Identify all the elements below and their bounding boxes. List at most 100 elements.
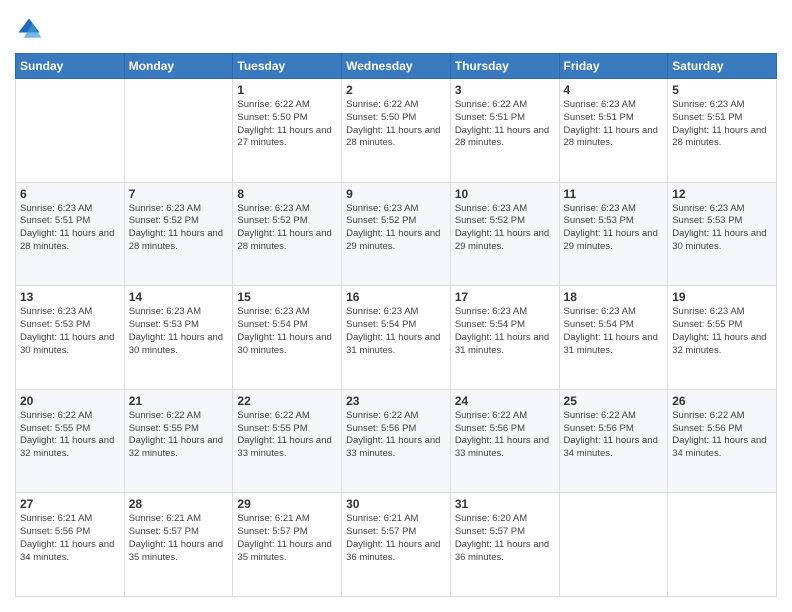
calendar-cell: 19 Sunrise: 6:23 AM Sunset: 5:55 PM Dayli… [668, 286, 777, 390]
day-info: Sunrise: 6:22 AM Sunset: 5:51 PM Dayligh… [455, 99, 555, 150]
calendar-cell: 24 Sunrise: 6:22 AM Sunset: 5:56 PM Dayli… [450, 389, 559, 493]
day-info: Sunrise: 6:22 AM Sunset: 5:56 PM Dayligh… [346, 410, 446, 461]
day-number: 31 [455, 497, 555, 511]
day-info: Sunrise: 6:22 AM Sunset: 5:50 PM Dayligh… [237, 99, 337, 150]
day-info: Sunrise: 6:23 AM Sunset: 5:53 PM Dayligh… [20, 306, 120, 357]
day-info: Sunrise: 6:23 AM Sunset: 5:53 PM Dayligh… [564, 203, 664, 254]
calendar-cell: 5Sunrise: 6:23 AM Sunset: 5:51 PM Daylig… [668, 79, 777, 183]
day-info: Sunrise: 6:23 AM Sunset: 5:52 PM Dayligh… [455, 203, 555, 254]
day-number: 20 [20, 394, 120, 408]
calendar-cell [124, 79, 233, 183]
calendar-week-row: 6 Sunrise: 6:23 AM Sunset: 5:51 PM Daylig… [16, 182, 777, 286]
logo [15, 15, 47, 43]
day-info: Sunrise: 6:23 AM Sunset: 5:54 PM Dayligh… [564, 306, 664, 357]
day-info: Sunrise: 6:22 AM Sunset: 5:56 PM Dayligh… [672, 410, 772, 461]
calendar-cell: 28 Sunrise: 6:21 AM Sunset: 5:57 PM Dayli… [124, 493, 233, 597]
day-info: Sunrise: 6:23 AM Sunset: 5:54 PM Dayligh… [237, 306, 337, 357]
calendar-week-row: 1 Sunrise: 6:22 AM Sunset: 5:50 PM Daylig… [16, 79, 777, 183]
day-info: Sunrise: 6:23 AM Sunset: 5:53 PM Dayligh… [672, 203, 772, 254]
day-info: Sunrise: 6:21 AM Sunset: 5:57 PM Dayligh… [237, 513, 337, 564]
day-info: Sunrise: 6:22 AM Sunset: 5:56 PM Dayligh… [564, 410, 664, 461]
calendar-cell: 7Sunrise: 6:23 AM Sunset: 5:52 PM Daylig… [124, 182, 233, 286]
day-info: Sunrise: 6:22 AM Sunset: 5:55 PM Dayligh… [129, 410, 229, 461]
calendar-cell: 9Sunrise: 6:23 AM Sunset: 5:52 PM Daylig… [342, 182, 451, 286]
calendar-cell [668, 493, 777, 597]
day-number: 19 [672, 290, 772, 304]
calendar-cell: 23 Sunrise: 6:22 AM Sunset: 5:56 PM Dayli… [342, 389, 451, 493]
calendar-cell: 22 Sunrise: 6:22 AM Sunset: 5:55 PM Dayli… [233, 389, 342, 493]
day-number: 26 [672, 394, 772, 408]
day-number: 12 [672, 187, 772, 201]
calendar-cell: 21 Sunrise: 6:22 AM Sunset: 5:55 PM Dayli… [124, 389, 233, 493]
page: SundayMondayTuesdayWednesdayThursdayFrid… [0, 0, 792, 612]
day-number: 27 [20, 497, 120, 511]
day-number: 22 [237, 394, 337, 408]
calendar-cell: 14Sunrise: 6:23 AM Sunset: 5:53 PM Dayli… [124, 286, 233, 390]
calendar-cell: 27 Sunrise: 6:21 AM Sunset: 5:56 PM Dayli… [16, 493, 125, 597]
day-number: 8 [237, 187, 337, 201]
day-number: 29 [237, 497, 337, 511]
calendar-day-header: Thursday [450, 54, 559, 79]
day-number: 28 [129, 497, 229, 511]
day-info: Sunrise: 6:23 AM Sunset: 5:51 PM Dayligh… [20, 203, 120, 254]
calendar-cell: 10 Sunrise: 6:23 AM Sunset: 5:52 PM Dayli… [450, 182, 559, 286]
day-info: Sunrise: 6:21 AM Sunset: 5:56 PM Dayligh… [20, 513, 120, 564]
day-info: Sunrise: 6:21 AM Sunset: 5:57 PM Dayligh… [129, 513, 229, 564]
calendar-day-header: Friday [559, 54, 668, 79]
day-info: Sunrise: 6:22 AM Sunset: 5:50 PM Dayligh… [346, 99, 446, 150]
calendar-cell: 17Sunrise: 6:23 AM Sunset: 5:54 PM Dayli… [450, 286, 559, 390]
calendar-cell: 8Sunrise: 6:23 AM Sunset: 5:52 PM Daylig… [233, 182, 342, 286]
calendar-cell: 3 Sunrise: 6:22 AM Sunset: 5:51 PM Daylig… [450, 79, 559, 183]
day-info: Sunrise: 6:23 AM Sunset: 5:54 PM Dayligh… [455, 306, 555, 357]
calendar-cell: 1 Sunrise: 6:22 AM Sunset: 5:50 PM Daylig… [233, 79, 342, 183]
day-number: 6 [20, 187, 120, 201]
day-info: Sunrise: 6:23 AM Sunset: 5:52 PM Dayligh… [129, 203, 229, 254]
day-info: Sunrise: 6:20 AM Sunset: 5:57 PM Dayligh… [455, 513, 555, 564]
day-info: Sunrise: 6:22 AM Sunset: 5:56 PM Dayligh… [455, 410, 555, 461]
day-info: Sunrise: 6:22 AM Sunset: 5:55 PM Dayligh… [237, 410, 337, 461]
calendar-day-header: Monday [124, 54, 233, 79]
calendar-cell: 12 Sunrise: 6:23 AM Sunset: 5:53 PM Dayli… [668, 182, 777, 286]
day-number: 23 [346, 394, 446, 408]
day-info: Sunrise: 6:22 AM Sunset: 5:55 PM Dayligh… [20, 410, 120, 461]
calendar-cell [559, 493, 668, 597]
day-number: 16 [346, 290, 446, 304]
calendar-cell: 11Sunrise: 6:23 AM Sunset: 5:53 PM Dayli… [559, 182, 668, 286]
calendar-week-row: 27 Sunrise: 6:21 AM Sunset: 5:56 PM Dayli… [16, 493, 777, 597]
day-number: 21 [129, 394, 229, 408]
day-number: 13 [20, 290, 120, 304]
calendar-cell: 2 Sunrise: 6:22 AM Sunset: 5:50 PM Daylig… [342, 79, 451, 183]
header [15, 15, 777, 43]
day-info: Sunrise: 6:23 AM Sunset: 5:53 PM Dayligh… [129, 306, 229, 357]
calendar-cell: 15 Sunrise: 6:23 AM Sunset: 5:54 PM Dayli… [233, 286, 342, 390]
calendar-cell [16, 79, 125, 183]
calendar-day-header: Tuesday [233, 54, 342, 79]
day-number: 2 [346, 83, 446, 97]
day-number: 15 [237, 290, 337, 304]
calendar-week-row: 13 Sunrise: 6:23 AM Sunset: 5:53 PM Dayli… [16, 286, 777, 390]
calendar-day-header: Sunday [16, 54, 125, 79]
day-number: 3 [455, 83, 555, 97]
day-number: 10 [455, 187, 555, 201]
calendar-cell: 25 Sunrise: 6:22 AM Sunset: 5:56 PM Dayli… [559, 389, 668, 493]
calendar-week-row: 20 Sunrise: 6:22 AM Sunset: 5:55 PM Dayli… [16, 389, 777, 493]
calendar-day-header: Wednesday [342, 54, 451, 79]
day-info: Sunrise: 6:23 AM Sunset: 5:51 PM Dayligh… [672, 99, 772, 150]
day-number: 30 [346, 497, 446, 511]
day-info: Sunrise: 6:23 AM Sunset: 5:55 PM Dayligh… [672, 306, 772, 357]
day-number: 1 [237, 83, 337, 97]
calendar-cell: 18 Sunrise: 6:23 AM Sunset: 5:54 PM Dayli… [559, 286, 668, 390]
day-number: 18 [564, 290, 664, 304]
day-number: 4 [564, 83, 664, 97]
calendar-cell: 30Sunrise: 6:21 AM Sunset: 5:57 PM Dayli… [342, 493, 451, 597]
day-info: Sunrise: 6:23 AM Sunset: 5:52 PM Dayligh… [346, 203, 446, 254]
calendar-cell: 6 Sunrise: 6:23 AM Sunset: 5:51 PM Daylig… [16, 182, 125, 286]
calendar-header-row: SundayMondayTuesdayWednesdayThursdayFrid… [16, 54, 777, 79]
calendar-cell: 29 Sunrise: 6:21 AM Sunset: 5:57 PM Dayli… [233, 493, 342, 597]
day-info: Sunrise: 6:23 AM Sunset: 5:54 PM Dayligh… [346, 306, 446, 357]
day-number: 24 [455, 394, 555, 408]
calendar-cell: 26 Sunrise: 6:22 AM Sunset: 5:56 PM Dayli… [668, 389, 777, 493]
logo-icon [15, 15, 43, 43]
calendar-cell: 20 Sunrise: 6:22 AM Sunset: 5:55 PM Dayli… [16, 389, 125, 493]
day-number: 25 [564, 394, 664, 408]
